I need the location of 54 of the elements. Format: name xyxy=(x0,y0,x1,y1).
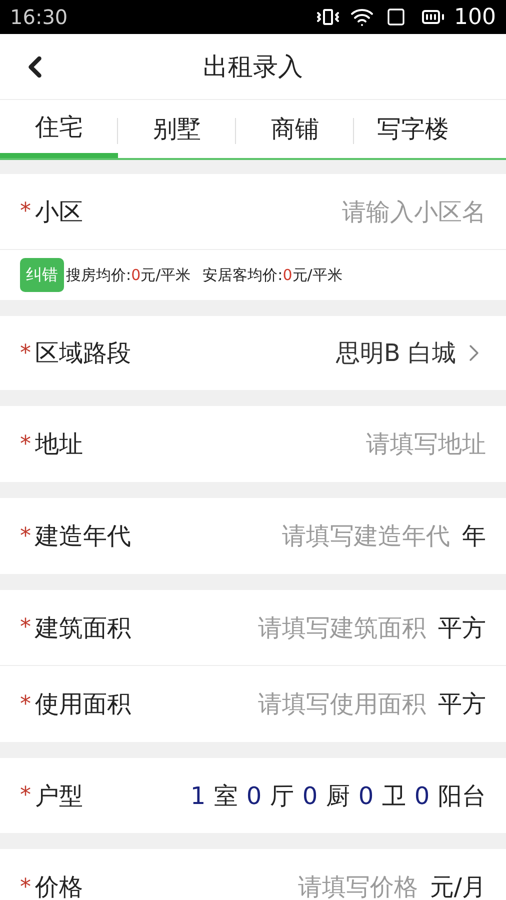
field-label: 小区 xyxy=(35,196,83,228)
required-mark: * xyxy=(20,782,31,810)
required-mark: * xyxy=(20,690,31,718)
field-label: 地址 xyxy=(35,429,83,460)
status-time: 16:30 xyxy=(10,4,68,31)
required-mark: * xyxy=(20,430,31,458)
tab[interactable]: 住宅 xyxy=(0,100,118,158)
page-title: 出租录入 xyxy=(203,50,303,83)
form-row[interactable]: * 使用面积 请填写使用面积 平方 xyxy=(0,666,506,742)
tab[interactable]: 别墅 xyxy=(118,100,236,158)
input-field[interactable]: 请填写地址 xyxy=(91,426,486,462)
number-field[interactable]: 0 xyxy=(244,778,264,814)
field-label: 建造年代 xyxy=(35,521,131,552)
field-label: 建筑面积 xyxy=(35,612,131,644)
required-mark: * xyxy=(20,874,31,900)
input-field[interactable]: 请填写建筑面积 xyxy=(139,610,426,646)
tab[interactable]: 商铺 xyxy=(236,100,354,158)
field-label: 户型 xyxy=(35,780,83,812)
unit-label: 阳台 xyxy=(438,780,486,812)
unit-label: 平方 xyxy=(438,689,486,720)
unit-label: 平方 xyxy=(438,612,486,644)
average-price: 安居客均价:0元/平米 xyxy=(202,264,342,286)
form-row[interactable]: * 建造年代 请填写建造年代 年 xyxy=(0,498,506,574)
unit-label: 厅 xyxy=(270,780,294,812)
input-field[interactable]: 请填写建造年代 xyxy=(139,518,450,554)
form-row[interactable]: * 户型 1 室 0 厅 0 厨 0 卫 0 阳台 xyxy=(0,758,506,833)
required-mark: * xyxy=(20,522,31,550)
form-row[interactable]: * 建筑面积 请填写建筑面积 平方 xyxy=(0,590,506,666)
number-field[interactable]: 1 xyxy=(188,778,208,814)
unit-label: 室 xyxy=(214,780,238,812)
required-mark: * xyxy=(20,614,31,642)
unit-label: 卫 xyxy=(382,780,406,812)
select-value: 思明B 白城 xyxy=(334,338,456,369)
unit-label: 年 xyxy=(462,521,486,552)
field-label: 价格 xyxy=(35,872,83,900)
form-row[interactable]: * 地址 请填写地址 xyxy=(0,406,506,482)
average-price: 搜房均价:0元/平米 xyxy=(66,264,191,286)
form-row[interactable]: * 价格 请填写价格 元/月 xyxy=(0,849,506,900)
input-field[interactable]: 请输入小区名 xyxy=(91,194,486,230)
number-field[interactable]: 0 xyxy=(412,778,432,814)
number-field[interactable]: 0 xyxy=(356,778,376,814)
field-label: 区域路段 xyxy=(35,338,131,369)
input-field[interactable]: 请填写价格 xyxy=(91,869,418,900)
required-mark: * xyxy=(20,198,31,226)
unit-label: 元/月 xyxy=(430,872,486,900)
field-label: 使用面积 xyxy=(35,689,131,720)
input-field[interactable]: 请填写使用面积 xyxy=(139,686,426,722)
select-field[interactable]: * 区域路段 思明B 白城 xyxy=(0,316,506,390)
required-mark: * xyxy=(20,340,31,368)
form-row[interactable]: * 小区 请输入小区名 xyxy=(0,174,506,250)
unit-label: 厨 xyxy=(326,780,350,812)
tab[interactable]: 写字楼 xyxy=(354,100,472,158)
number-field[interactable]: 0 xyxy=(300,778,320,814)
battery-level: 100 xyxy=(454,4,496,32)
